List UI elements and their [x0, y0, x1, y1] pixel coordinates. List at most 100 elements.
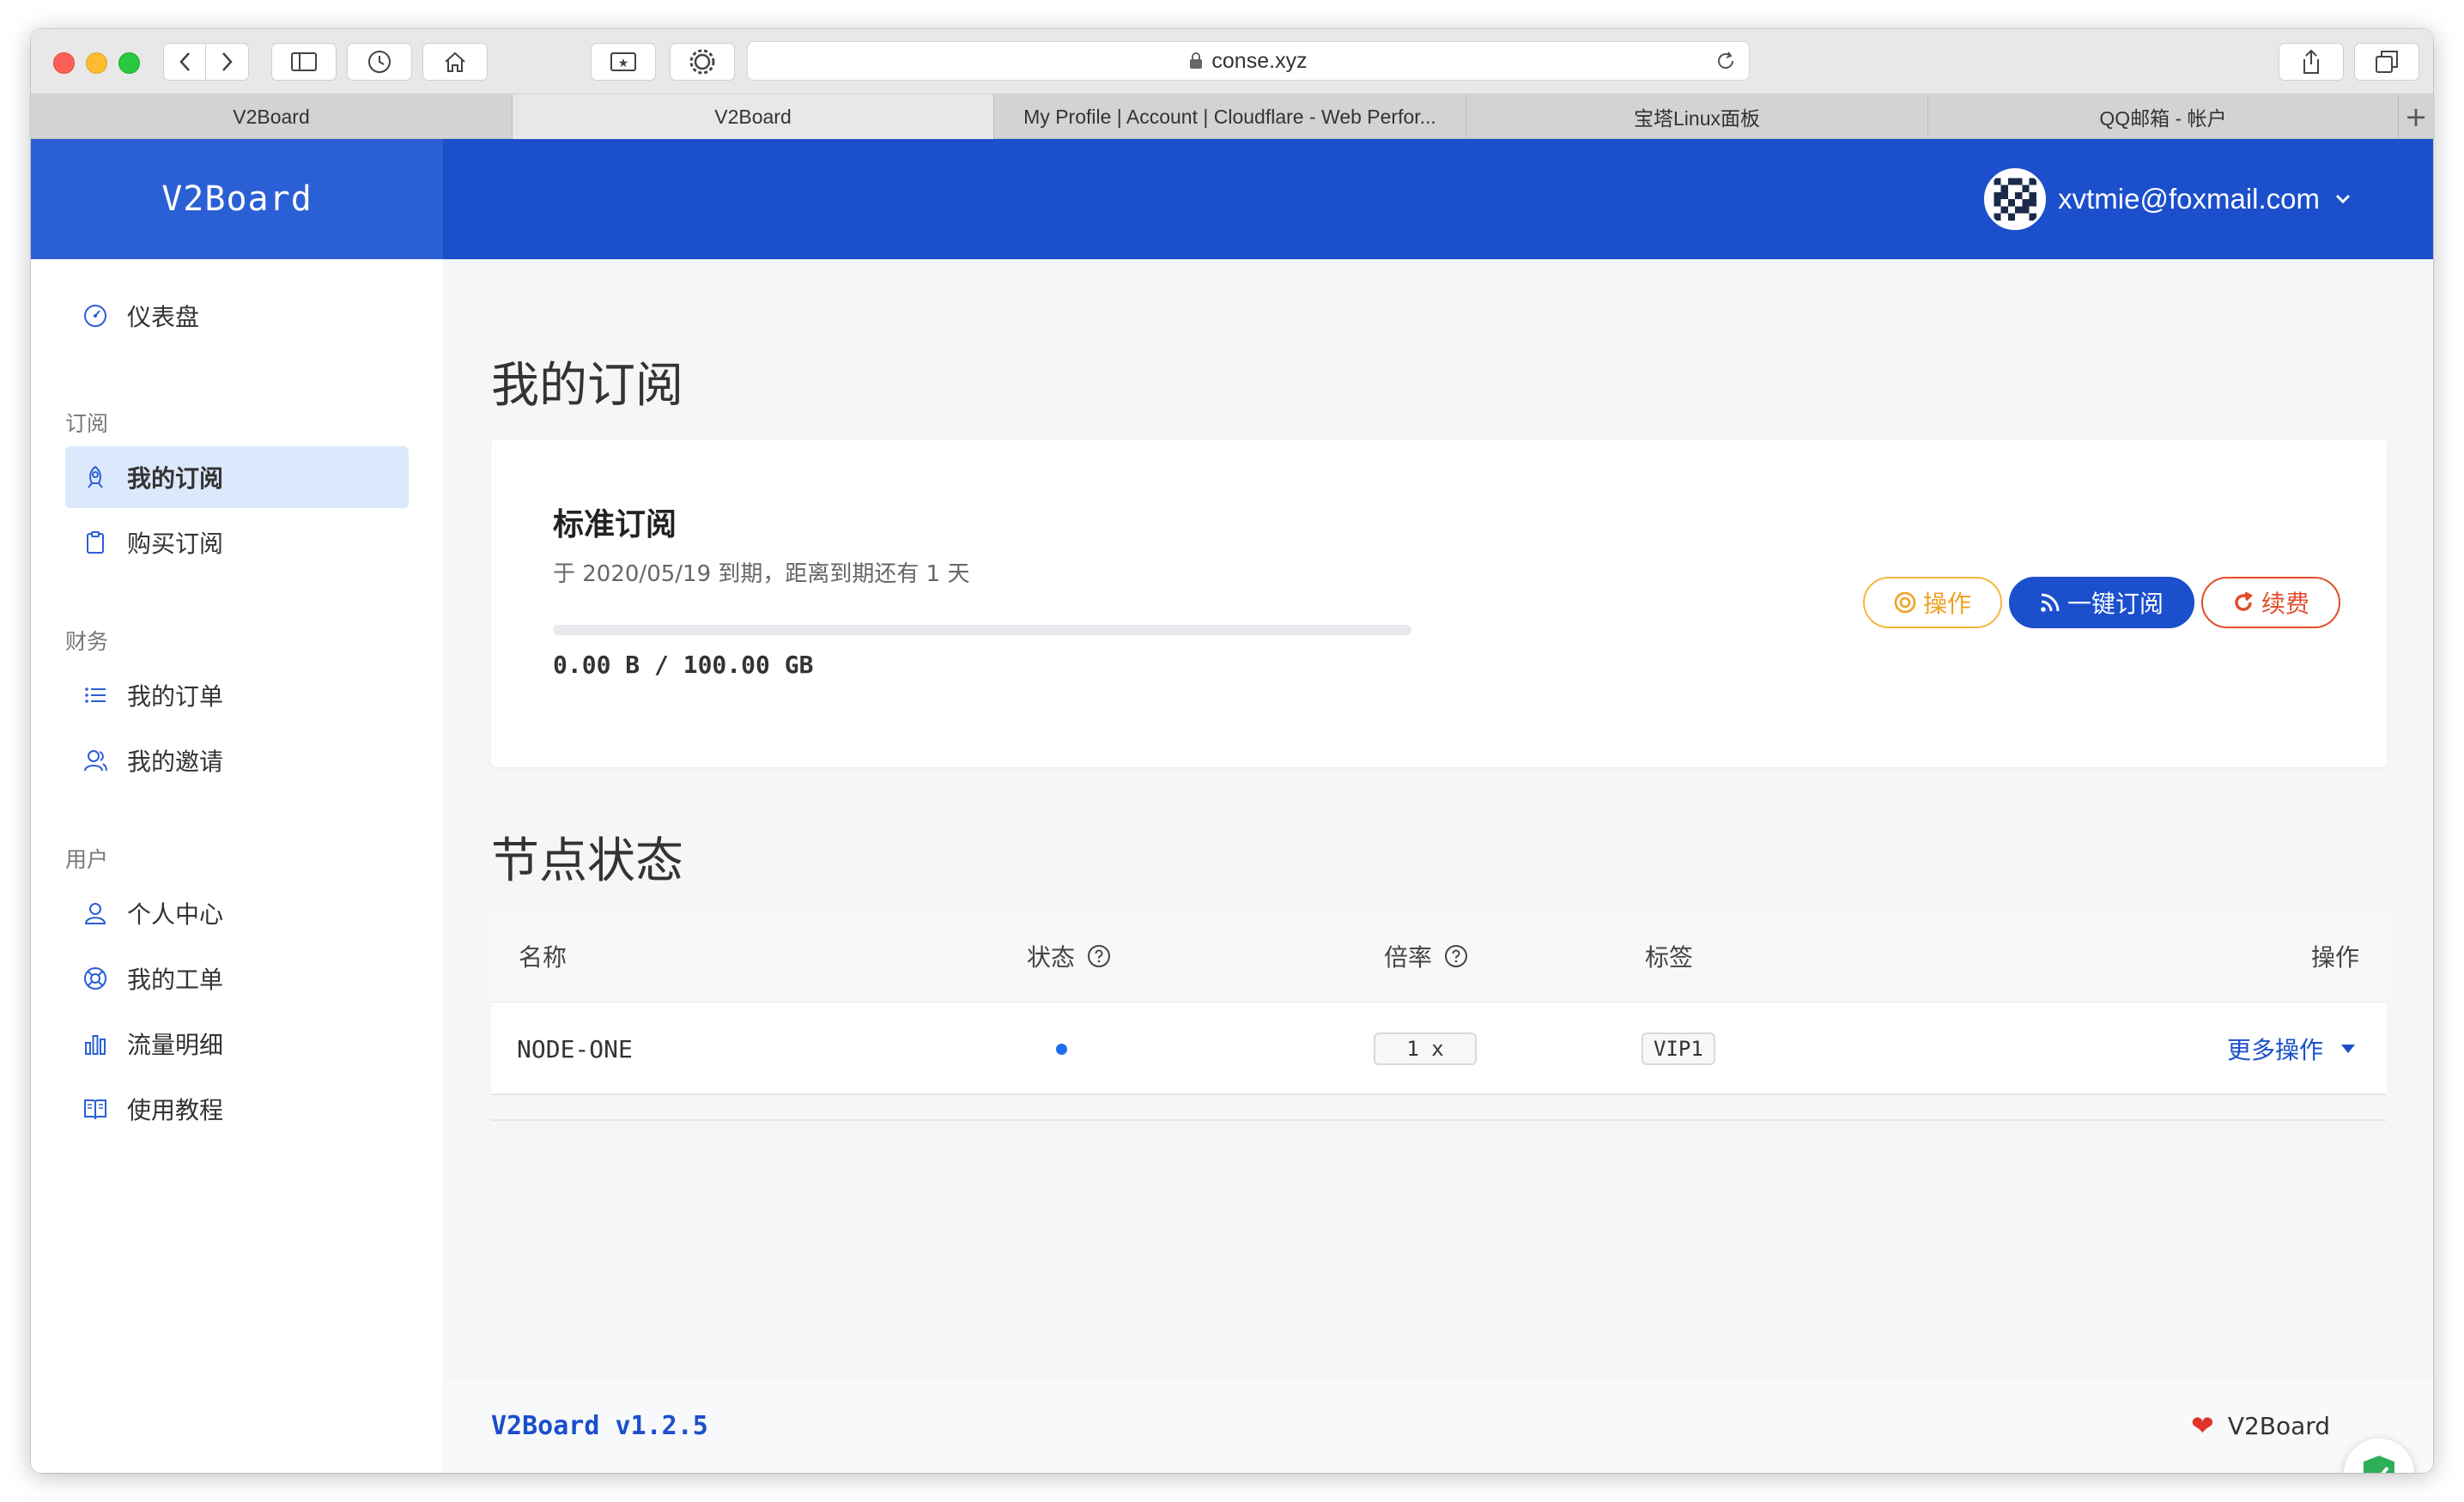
- list-icon: [82, 681, 110, 709]
- renew-button[interactable]: 续费: [2201, 577, 2340, 628]
- table-header: 名称 状态 倍率 标签 操作: [491, 910, 2387, 1002]
- sidebar-item-profile[interactable]: 个人中心: [65, 882, 409, 944]
- sidebar: 仪表盘 订阅 我的订阅 购买订阅 财务 我的订单 我的邀请 用户 个人中心 我的…: [31, 259, 443, 1473]
- maximize-window-button[interactable]: [118, 52, 140, 74]
- sidebar-item-label: 我的工单: [127, 966, 224, 994]
- column-label: 标签: [1645, 943, 1694, 972]
- sidebar-item-my-invites[interactable]: 我的邀请: [65, 730, 409, 791]
- nav-group-subscribe: 订阅: [65, 411, 109, 436]
- operate-button[interactable]: 操作: [1863, 577, 2002, 628]
- user-icon: [82, 899, 110, 927]
- status-dot-icon: [1056, 1043, 1067, 1055]
- node-rate-cell: 1 x: [1374, 1002, 1477, 1095]
- book-icon: [82, 1095, 110, 1123]
- tabs-overview-button[interactable]: [2354, 43, 2419, 81]
- lifebuoy-icon: [82, 965, 110, 992]
- browser-tab[interactable]: My Profile | Account | Cloudflare - Web …: [994, 94, 1466, 139]
- sidebar-item-my-subscription[interactable]: 我的订阅: [65, 446, 409, 508]
- close-window-button[interactable]: [53, 52, 75, 74]
- new-tab-button[interactable]: +: [2399, 94, 2433, 138]
- gear-icon: [689, 49, 715, 75]
- bar-chart-icon: [82, 1030, 110, 1057]
- tab-label: My Profile | Account | Cloudflare - Web …: [1023, 105, 1436, 128]
- column-label: 名称: [519, 943, 567, 972]
- browser-tab[interactable]: V2Board: [31, 94, 513, 139]
- expiry-text: 于 2020/05/19 到期，距离到期还有 1 天: [553, 561, 970, 587]
- more-actions-dropdown[interactable]: 更多操作: [2227, 1002, 2356, 1095]
- one-click-subscribe-button[interactable]: 一键订阅: [2009, 577, 2194, 628]
- sidebar-toggle-button[interactable]: [271, 43, 337, 81]
- user-email: xvtmie@foxmail.com: [2058, 183, 2320, 215]
- column-label: 倍率: [1384, 943, 1433, 972]
- column-label: 操作: [2310, 943, 2359, 972]
- sidebar-item-label: 我的订单: [127, 682, 224, 711]
- sidebar-item-my-orders[interactable]: 我的订单: [65, 664, 409, 726]
- main-content: 我的订阅 标准订阅 于 2020/05/19 到期，距离到期还有 1 天 0.0…: [443, 259, 2433, 1473]
- rate-badge: 1 x: [1374, 1033, 1477, 1065]
- sidebar-item-label: 个人中心: [127, 900, 224, 929]
- forward-button[interactable]: [206, 43, 249, 81]
- table-footer: [491, 1095, 2387, 1121]
- more-actions-label: 更多操作: [2226, 1036, 2323, 1064]
- tab-bar: V2Board V2Board My Profile | Account | C…: [31, 94, 2433, 139]
- tab-label: 宝塔Linux面板: [1634, 107, 1760, 130]
- extension-button[interactable]: [670, 43, 735, 81]
- target-icon: [1894, 591, 1916, 614]
- tab-label: QQ邮箱 - 帐户: [2099, 107, 2227, 130]
- bookmark-button[interactable]: ★: [591, 43, 656, 81]
- history-button[interactable]: [347, 43, 412, 81]
- sidebar-item-label: 我的邀请: [127, 748, 224, 776]
- sidebar-item-tutorial[interactable]: 使用教程: [65, 1078, 409, 1140]
- caret-down-icon: [2341, 1045, 2355, 1053]
- url-text: conse.xyz: [1211, 48, 1308, 73]
- sidebar-item-tickets[interactable]: 我的工单: [65, 948, 409, 1009]
- usage-progress-bar: [553, 625, 1411, 635]
- tabs-icon: [2376, 51, 2398, 73]
- sidebar-item-label: 流量明细: [127, 1031, 224, 1059]
- users-icon: [82, 747, 110, 774]
- tab-label: V2Board: [714, 105, 792, 128]
- column-header-status: 状态: [1027, 910, 1111, 1002]
- sidebar-item-traffic[interactable]: 流量明细: [65, 1013, 409, 1075]
- node-status-title: 节点状态: [491, 833, 683, 889]
- app-root: V2Board xvtmie@foxmail.com 仪表盘 订阅 我的订阅 购…: [31, 139, 2433, 1473]
- brand-logo[interactable]: V2Board: [31, 139, 443, 259]
- node-tags-cell: VIP1: [1642, 1002, 1715, 1095]
- tag-badge: VIP1: [1642, 1033, 1715, 1065]
- node-name: NODE-ONE: [517, 1034, 633, 1063]
- node-table: 名称 状态 倍率 标签 操作 NODE-ONE 1 x VIP1 更多操作: [491, 910, 2387, 1121]
- sidebar-item-label: 我的订阅: [127, 464, 224, 493]
- renew-label: 续费: [2261, 590, 2309, 618]
- credit-text: V2Board: [2227, 1411, 2331, 1440]
- minimize-window-button[interactable]: [86, 52, 107, 74]
- address-bar[interactable]: conse.xyz: [747, 41, 1750, 81]
- user-menu[interactable]: xvtmie@foxmail.com: [1984, 168, 2351, 230]
- plan-name: 标准订阅: [553, 507, 677, 542]
- heart-icon: ❤: [2191, 1409, 2214, 1442]
- reload-icon[interactable]: [1714, 50, 1737, 72]
- nav-group-user: 用户: [65, 847, 109, 872]
- plus-icon: +: [2404, 100, 2428, 133]
- share-icon: [2303, 49, 2319, 74]
- svg-text:★: ★: [618, 57, 629, 70]
- home-icon: [445, 51, 465, 72]
- column-header-name: 名称: [519, 910, 567, 1002]
- sidebar-item-buy-subscription[interactable]: 购买订阅: [65, 512, 409, 573]
- chevron-left-icon: [179, 52, 190, 71]
- browser-tab[interactable]: 宝塔Linux面板: [1466, 94, 1928, 139]
- chevron-down-icon: [2335, 194, 2351, 204]
- help-icon[interactable]: [1444, 944, 1468, 968]
- sidebar-item-label: 仪表盘: [127, 303, 200, 331]
- share-button[interactable]: [2279, 43, 2344, 81]
- footer-credit[interactable]: ❤ V2Board: [2191, 1409, 2363, 1442]
- sidebar-item-dashboard[interactable]: 仪表盘: [65, 285, 409, 347]
- speedometer-icon: [82, 302, 110, 330]
- browser-tab-active[interactable]: V2Board: [513, 94, 994, 139]
- sidebar-icon: [291, 52, 317, 71]
- identicon-icon: [1987, 171, 2044, 227]
- home-button[interactable]: [422, 43, 488, 81]
- browser-toolbar: ★ conse.xyz: [31, 29, 2433, 94]
- browser-tab[interactable]: QQ邮箱 - 帐户: [1928, 94, 2399, 139]
- help-icon[interactable]: [1087, 944, 1111, 968]
- back-button[interactable]: [163, 43, 206, 81]
